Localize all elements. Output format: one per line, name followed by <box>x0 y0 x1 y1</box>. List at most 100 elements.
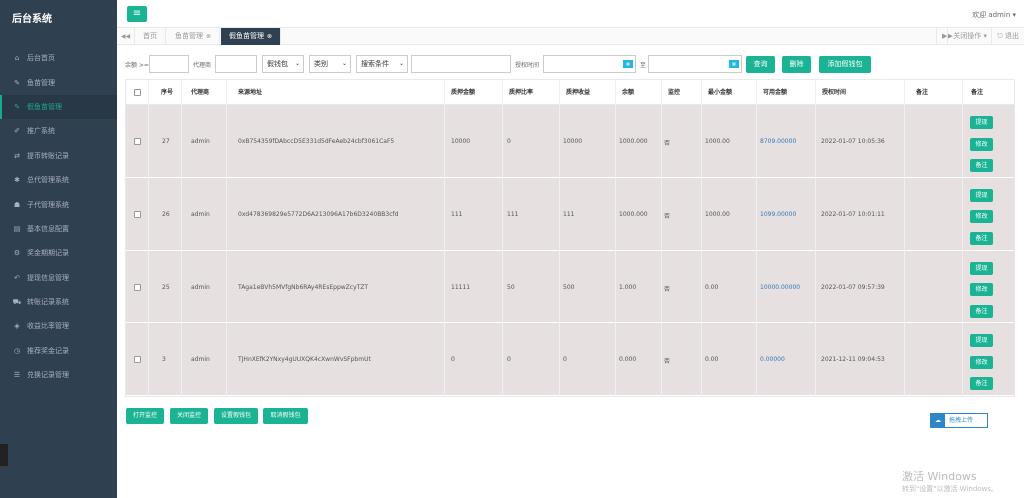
category-select[interactable]: 类别 ⌄ <box>309 55 351 73</box>
search-condition-select[interactable]: 搜索条件 ⌄ <box>356 55 408 73</box>
cell-income: 0 <box>563 356 567 364</box>
tab-home[interactable]: 首页 <box>135 28 166 45</box>
menu-toggle-button[interactable]: ≡ <box>127 6 147 22</box>
sidebar-item[interactable]: ◷ 推荐奖金记录 <box>0 339 117 363</box>
sidebar-item[interactable]: ☗ 子代管理系统 <box>0 192 117 216</box>
auth-time-label: 授权时间 <box>515 62 540 69</box>
close-icon[interactable]: ⊗ <box>206 33 211 40</box>
withdraw-button[interactable]: 提现 <box>970 188 993 202</box>
chevron-down-icon: ⌄ <box>341 60 347 67</box>
cell-available[interactable]: 0.00000 <box>760 356 785 363</box>
row-checkbox[interactable] <box>134 356 141 364</box>
remark-button[interactable]: 备注 <box>970 377 993 391</box>
sidebar-item[interactable]: ☰ 兑换记录管理 <box>0 363 117 387</box>
edit-button[interactable]: 修改 <box>970 137 993 151</box>
cancel-fake-wallet-button[interactable]: 取消假钱包 <box>263 408 308 424</box>
row-checkbox[interactable] <box>134 138 141 145</box>
cell-available[interactable]: 8709.00000 <box>760 138 796 145</box>
agent-input[interactable] <box>215 55 257 73</box>
column-header[interactable]: 监控 <box>668 80 680 105</box>
drag-upload-button[interactable]: ☁ 拖拽上传 <box>930 413 988 428</box>
sidebar-item-label: 推广系统 <box>27 127 55 136</box>
sidebar-item[interactable]: ▤ 基本信息配置 <box>0 217 117 241</box>
cell-available[interactable]: 1099.00000 <box>760 211 796 218</box>
column-divider <box>148 80 149 396</box>
cell-income: 500 <box>563 283 575 291</box>
remark-button[interactable]: 备注 <box>970 159 993 172</box>
column-header[interactable]: 可用金额 <box>763 80 787 105</box>
select-all-checkbox[interactable] <box>134 89 141 96</box>
column-divider <box>559 80 560 396</box>
withdraw-button[interactable]: 提现 <box>970 261 993 275</box>
sidebar-item[interactable]: ⇄ 提币转账记录 <box>0 144 117 168</box>
column-divider <box>701 80 702 396</box>
withdraw-button[interactable]: 提现 <box>970 116 993 129</box>
column-header[interactable]: 质押金额 <box>451 80 475 105</box>
edit-button[interactable]: 修改 <box>970 210 993 224</box>
sidebar-item-label: 提现信息管理 <box>27 273 69 282</box>
withdraw-button[interactable]: 提现 <box>970 334 993 348</box>
close-monitor-button[interactable]: 关闭监控 <box>170 408 208 424</box>
remark-button[interactable]: 备注 <box>970 231 993 245</box>
column-header[interactable]: 质押比率 <box>509 80 533 105</box>
add-fake-wallet-button[interactable]: 添加假钱包 <box>819 56 871 73</box>
cell-time: 2022-01-07 10:05:36 <box>821 138 885 145</box>
calendar-icon[interactable]: ▦ <box>623 60 633 68</box>
sidebar-item[interactable]: ⛟ 转账记录系统 <box>0 290 117 314</box>
open-monitor-button[interactable]: 打开监控 <box>126 408 164 424</box>
cell-amount: 111 <box>451 210 463 218</box>
calendar-icon[interactable]: ▦ <box>729 60 739 68</box>
column-header[interactable]: 授权时间 <box>822 80 846 105</box>
column-header[interactable]: 质押收益 <box>566 80 590 105</box>
delete-button[interactable]: 删除 <box>782 56 811 73</box>
row-checkbox[interactable] <box>134 283 141 291</box>
column-header[interactable]: 代理商 <box>191 80 209 105</box>
cell-ratio: 0 <box>507 138 511 145</box>
sidebar-item[interactable]: ◈ 收益比率管理 <box>0 314 117 338</box>
sidebar-item[interactable]: ⌂ 后台首页 <box>0 46 117 70</box>
activation-watermark-text: 转到"设置"以激活 Windows。 <box>902 485 998 493</box>
remark-button[interactable]: 备注 <box>970 304 993 318</box>
column-divider <box>226 80 227 396</box>
wallet-select[interactable]: 假钱包 ⌄ <box>262 55 304 73</box>
sidebar-handle[interactable] <box>0 444 8 466</box>
tab-fish[interactable]: 鱼苗管理 ⊗ <box>167 28 221 45</box>
column-divider <box>615 80 616 396</box>
edit-button[interactable]: 修改 <box>970 283 993 297</box>
close-operations-menu[interactable]: 关闭操作 ▾ <box>947 28 992 45</box>
sidebar-item[interactable]: ✱ 总代管理系统 <box>0 168 117 192</box>
welcome-user-menu[interactable]: 欢迎 admin ▾ <box>972 10 1016 20</box>
column-header[interactable]: 最小金额 <box>708 80 732 105</box>
column-header[interactable]: 序号 <box>161 80 173 105</box>
sidebar-item[interactable]: ↶ 提现信息管理 <box>0 266 117 290</box>
close-icon[interactable]: ⊗ <box>267 33 272 40</box>
shuffle-icon: ⇄ <box>14 151 20 160</box>
sidebar-item[interactable]: ⚙ 奖金期期记录 <box>0 241 117 265</box>
start-date-input[interactable]: ▦ <box>543 55 636 73</box>
sidebar-item[interactable]: ✎ 鱼苗管理 <box>0 70 117 94</box>
cell-available[interactable]: 10000.00000 <box>760 284 800 291</box>
cell-income: 111 <box>563 210 575 218</box>
column-header[interactable]: 备注 <box>971 80 983 105</box>
sidebar-item-label: 提币转账记录 <box>27 151 69 160</box>
end-date-input[interactable]: ▦ <box>648 55 742 73</box>
sidebar-item[interactable]: ✎ 假鱼苗管理 <box>0 94 117 120</box>
search-input[interactable] <box>411 55 511 73</box>
tab-fake-fish[interactable]: 假鱼苗管理 ⊗ <box>221 28 282 45</box>
clock-icon: ◷ <box>13 346 21 355</box>
row-checkbox[interactable] <box>134 210 141 218</box>
set-fake-wallet-button[interactable]: 设置假钱包 <box>214 408 258 424</box>
column-header[interactable]: 余额 <box>622 80 634 105</box>
logout-button[interactable]: ⎋ 退出 <box>991 28 1024 45</box>
balance-input[interactable] <box>149 55 189 73</box>
tab-prev-button[interactable]: ◀◀ <box>117 28 135 45</box>
table-row: 25 admin TAga1eBVh5MVfgNb6RAy4REsEppwZcyTZ… <box>126 250 1014 324</box>
sidebar-item-label: 后台首页 <box>27 54 55 63</box>
column-header[interactable]: 来源地址 <box>238 80 262 105</box>
query-button[interactable]: 查询 <box>746 56 775 73</box>
sidebar-item[interactable]: ✐ 推广系统 <box>0 119 117 143</box>
tab-bar: ◀◀ 首页 鱼苗管理 ⊗ 假鱼苗管理 ⊗ ▶▶ 关闭操作 ▾ ⎋ 退出 <box>117 28 1024 45</box>
column-header[interactable]: 备注 <box>916 80 928 105</box>
cell-amount: 11111 <box>451 283 471 291</box>
edit-button[interactable]: 修改 <box>970 355 993 369</box>
